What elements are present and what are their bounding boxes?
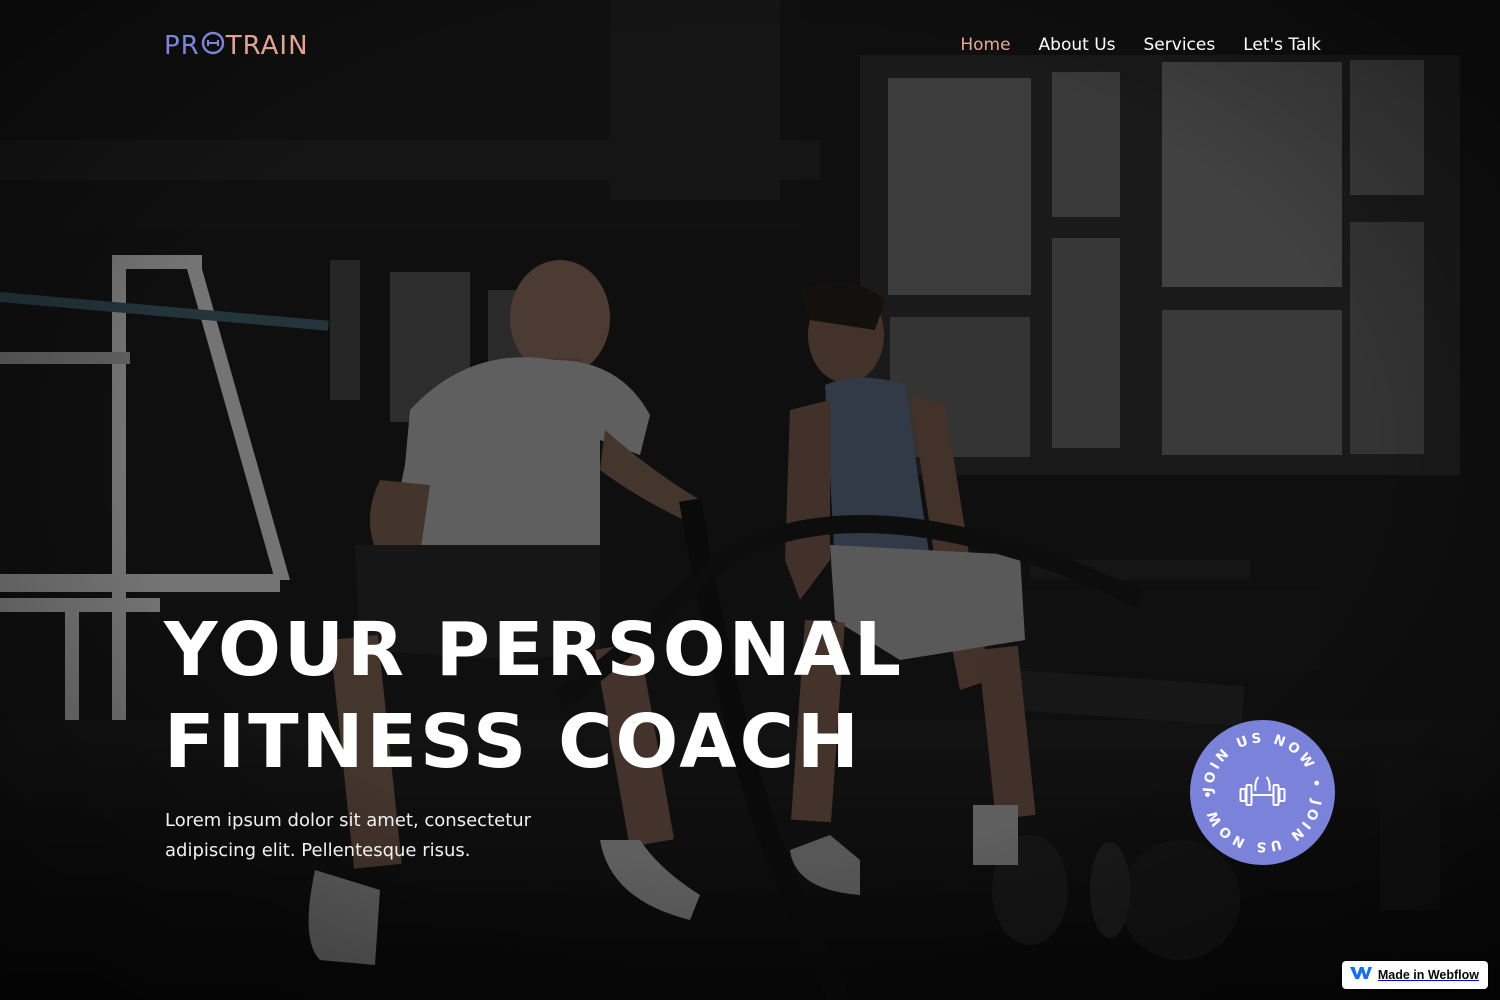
webflow-logo-icon (1349, 966, 1372, 985)
hero-title-line-2: FITNESS COACH (164, 699, 862, 785)
nav-item-home[interactable]: Home (960, 33, 1010, 57)
webflow-badge-label: Made in Webflow (1377, 968, 1479, 982)
logo-text-train: TRAIN (225, 31, 309, 61)
logo-o-icon (201, 31, 225, 63)
nav-item-services[interactable]: Services (1144, 33, 1216, 57)
svg-text:JOIN US NOW • JOIN US NOW •: JOIN US NOW • JOIN US NOW • (1200, 730, 1324, 855)
logo-text-pr: PR (164, 31, 200, 61)
brand-logo[interactable]: PR TRAIN (164, 30, 309, 62)
join-us-now-badge[interactable]: JOIN US NOW • JOIN US NOW • (1190, 720, 1335, 865)
join-badge-text: JOIN US NOW • JOIN US NOW • (1200, 730, 1321, 855)
nav-item-lets-talk[interactable]: Let's Talk (1243, 33, 1321, 57)
dumbbell-icon (1239, 776, 1286, 806)
hero-subtitle: Lorem ipsum dolor sit amet, consectetur … (165, 810, 532, 861)
main-nav: Home About Us Services Let's Talk (960, 33, 1321, 57)
made-in-webflow-badge[interactable]: Made in Webflow (1341, 961, 1488, 989)
hero-title-line-1: YOUR PERSONAL (164, 607, 905, 693)
nav-item-about-us[interactable]: About Us (1039, 33, 1116, 57)
hero-title: YOUR PERSONAL FITNESS COACH (164, 604, 1044, 788)
